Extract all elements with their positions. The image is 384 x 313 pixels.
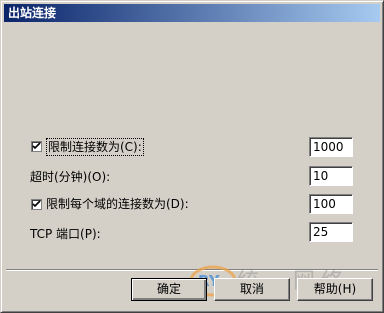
tcp-port-label: TCP 端口(P): xyxy=(30,227,101,241)
limit-connections-label[interactable]: 限制连接数为(C): xyxy=(46,138,144,156)
timeout-input[interactable] xyxy=(309,166,353,186)
help-button[interactable]: 帮助(H) xyxy=(297,278,373,301)
dialog-title: 出站连接 xyxy=(8,6,57,20)
limit-connections-checkbox[interactable] xyxy=(31,141,42,152)
checkmark-icon xyxy=(32,142,41,150)
tcp-port-input[interactable] xyxy=(309,222,353,242)
outbound-connections-dialog: 出站连接 限制连接数为(C): 超时(分钟)(O): 限制每个域的连接数为(D)… xyxy=(0,0,384,313)
title-bar[interactable]: 出站连接 xyxy=(4,4,380,22)
limit-per-domain-checkbox[interactable] xyxy=(31,199,42,210)
limit-per-domain-label[interactable]: 限制每个域的连接数为(D): xyxy=(46,196,189,212)
ok-button[interactable]: 确定 xyxy=(131,278,207,301)
timeout-label: 超时(分钟)(O): xyxy=(30,170,111,184)
limit-per-domain-input[interactable] xyxy=(309,194,353,214)
cancel-button[interactable]: 取消 xyxy=(214,278,290,301)
checkmark-icon xyxy=(32,200,41,208)
limit-connections-input[interactable] xyxy=(309,137,353,157)
